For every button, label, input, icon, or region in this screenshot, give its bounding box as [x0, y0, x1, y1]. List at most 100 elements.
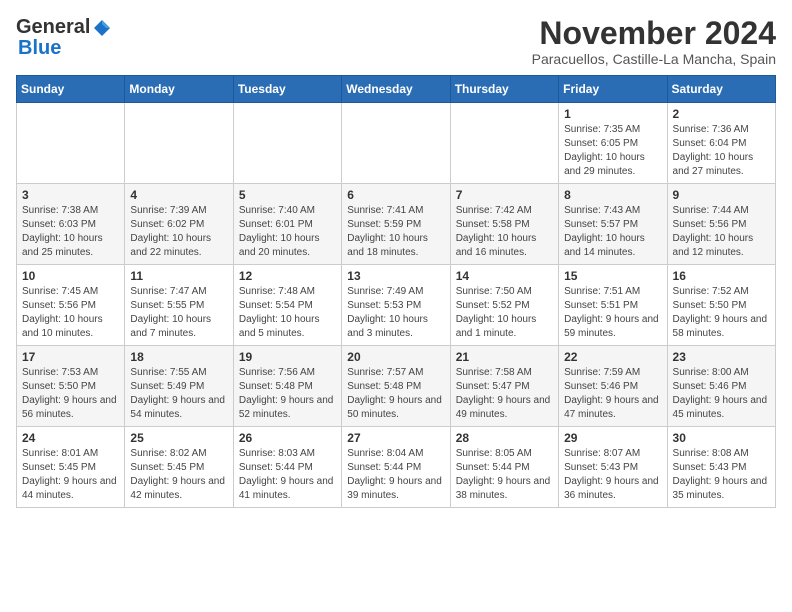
day-number: 13: [347, 269, 444, 283]
calendar-cell: 20Sunrise: 7:57 AM Sunset: 5:48 PM Dayli…: [342, 346, 450, 427]
calendar-cell: 12Sunrise: 7:48 AM Sunset: 5:54 PM Dayli…: [233, 265, 341, 346]
day-info: Sunrise: 7:43 AM Sunset: 5:57 PM Dayligh…: [564, 204, 661, 260]
day-info: Sunrise: 7:49 AM Sunset: 5:53 PM Dayligh…: [347, 285, 444, 341]
calendar-cell: 14 Sunrise: 7:50 AM Sunset: 5:52 PM Dayli…: [450, 265, 558, 346]
day-number: 25: [130, 431, 227, 445]
calendar-cell: [342, 103, 450, 184]
day-info: Sunrise: 7:50 AM Sunset: 5:52 PM Dayligh…: [456, 285, 553, 341]
calendar-cell: 17Sunrise: 7:53 AM Sunset: 5:50 PM Dayli…: [17, 346, 125, 427]
week-row-4: 24 Sunrise: 8:01 AM Sunset: 5:45 PM Dayli…: [17, 427, 776, 508]
calendar-cell: 15 Sunrise: 7:51 AM Sunset: 5:51 PM Dayli…: [559, 265, 667, 346]
day-number: 26: [239, 431, 336, 445]
calendar-body: 1 Sunrise: 7:35 AM Sunset: 6:05 PM Daylig…: [17, 103, 776, 508]
header-tuesday: Tuesday: [233, 76, 341, 103]
day-number: 29: [564, 431, 661, 445]
day-info: Sunrise: 8:02 AM Sunset: 5:45 PM Dayligh…: [130, 447, 227, 503]
calendar-cell: [17, 103, 125, 184]
day-info: Sunrise: 7:36 AM Sunset: 6:04 PM Dayligh…: [673, 123, 770, 179]
day-info: Sunrise: 7:45 AM Sunset: 5:56 PM Dayligh…: [22, 285, 119, 341]
month-title: November 2024: [532, 16, 776, 51]
day-number: 16: [673, 269, 770, 283]
header-thursday: Thursday: [450, 76, 558, 103]
day-info: Sunrise: 7:56 AM Sunset: 5:48 PM Dayligh…: [239, 366, 336, 422]
day-number: 7: [456, 188, 553, 202]
day-number: 12: [239, 269, 336, 283]
day-number: 4: [130, 188, 227, 202]
day-number: 23: [673, 350, 770, 364]
header-saturday: Saturday: [667, 76, 775, 103]
calendar-cell: 4 Sunrise: 7:39 AM Sunset: 6:02 PM Daylig…: [125, 184, 233, 265]
calendar-cell: 26Sunrise: 8:03 AM Sunset: 5:44 PM Dayli…: [233, 427, 341, 508]
day-info: Sunrise: 7:58 AM Sunset: 5:47 PM Dayligh…: [456, 366, 553, 422]
header-friday: Friday: [559, 76, 667, 103]
day-number: 28: [456, 431, 553, 445]
day-info: Sunrise: 8:05 AM Sunset: 5:44 PM Dayligh…: [456, 447, 553, 503]
day-number: 20: [347, 350, 444, 364]
calendar-cell: 10Sunrise: 7:45 AM Sunset: 5:56 PM Dayli…: [17, 265, 125, 346]
day-number: 19: [239, 350, 336, 364]
calendar-cell: 22 Sunrise: 7:59 AM Sunset: 5:46 PM Dayli…: [559, 346, 667, 427]
logo-general: General: [16, 16, 90, 39]
calendar-cell: 13 Sunrise: 7:49 AM Sunset: 5:53 PM Dayli…: [342, 265, 450, 346]
header-monday: Monday: [125, 76, 233, 103]
calendar-cell: 6 Sunrise: 7:41 AM Sunset: 5:59 PM Daylig…: [342, 184, 450, 265]
week-row-0: 1 Sunrise: 7:35 AM Sunset: 6:05 PM Daylig…: [17, 103, 776, 184]
calendar-cell: 18Sunrise: 7:55 AM Sunset: 5:49 PM Dayli…: [125, 346, 233, 427]
calendar-cell: 27 Sunrise: 8:04 AM Sunset: 5:44 PM Dayli…: [342, 427, 450, 508]
day-info: Sunrise: 8:04 AM Sunset: 5:44 PM Dayligh…: [347, 447, 444, 503]
calendar-cell: 7Sunrise: 7:42 AM Sunset: 5:58 PM Daylig…: [450, 184, 558, 265]
day-info: Sunrise: 7:35 AM Sunset: 6:05 PM Dayligh…: [564, 123, 661, 179]
calendar-cell: 25 Sunrise: 8:02 AM Sunset: 5:45 PM Dayli…: [125, 427, 233, 508]
day-info: Sunrise: 7:40 AM Sunset: 6:01 PM Dayligh…: [239, 204, 336, 260]
calendar-cell: [450, 103, 558, 184]
day-number: 27: [347, 431, 444, 445]
day-info: Sunrise: 7:59 AM Sunset: 5:46 PM Dayligh…: [564, 366, 661, 422]
day-info: Sunrise: 7:51 AM Sunset: 5:51 PM Dayligh…: [564, 285, 661, 341]
calendar-cell: 23Sunrise: 8:00 AM Sunset: 5:46 PM Dayli…: [667, 346, 775, 427]
day-number: 18: [130, 350, 227, 364]
day-info: Sunrise: 8:07 AM Sunset: 5:43 PM Dayligh…: [564, 447, 661, 503]
day-number: 5: [239, 188, 336, 202]
header-wednesday: Wednesday: [342, 76, 450, 103]
day-info: Sunrise: 7:41 AM Sunset: 5:59 PM Dayligh…: [347, 204, 444, 260]
calendar-cell: 29 Sunrise: 8:07 AM Sunset: 5:43 PM Dayli…: [559, 427, 667, 508]
day-number: 2: [673, 107, 770, 121]
day-info: Sunrise: 7:47 AM Sunset: 5:55 PM Dayligh…: [130, 285, 227, 341]
day-info: Sunrise: 8:01 AM Sunset: 5:45 PM Dayligh…: [22, 447, 119, 503]
day-number: 1: [564, 107, 661, 121]
header-sunday: Sunday: [17, 76, 125, 103]
calendar-header: SundayMondayTuesdayWednesdayThursdayFrid…: [17, 76, 776, 103]
calendar-cell: 2 Sunrise: 7:36 AM Sunset: 6:04 PM Daylig…: [667, 103, 775, 184]
day-number: 8: [564, 188, 661, 202]
calendar-cell: [233, 103, 341, 184]
week-row-2: 10Sunrise: 7:45 AM Sunset: 5:56 PM Dayli…: [17, 265, 776, 346]
logo: General Blue: [16, 16, 112, 60]
calendar-cell: 5 Sunrise: 7:40 AM Sunset: 6:01 PM Daylig…: [233, 184, 341, 265]
day-info: Sunrise: 7:44 AM Sunset: 5:56 PM Dayligh…: [673, 204, 770, 260]
day-number: 11: [130, 269, 227, 283]
week-row-3: 17Sunrise: 7:53 AM Sunset: 5:50 PM Dayli…: [17, 346, 776, 427]
calendar-cell: 30Sunrise: 8:08 AM Sunset: 5:43 PM Dayli…: [667, 427, 775, 508]
calendar-cell: 1 Sunrise: 7:35 AM Sunset: 6:05 PM Daylig…: [559, 103, 667, 184]
day-info: Sunrise: 7:53 AM Sunset: 5:50 PM Dayligh…: [22, 366, 119, 422]
calendar-cell: 3 Sunrise: 7:38 AM Sunset: 6:03 PM Daylig…: [17, 184, 125, 265]
calendar: SundayMondayTuesdayWednesdayThursdayFrid…: [16, 75, 776, 508]
page-header: General Blue November 2024 Paracuellos, …: [16, 16, 776, 67]
day-number: 30: [673, 431, 770, 445]
day-number: 14: [456, 269, 553, 283]
day-number: 15: [564, 269, 661, 283]
day-info: Sunrise: 7:52 AM Sunset: 5:50 PM Dayligh…: [673, 285, 770, 341]
calendar-cell: 24 Sunrise: 8:01 AM Sunset: 5:45 PM Dayli…: [17, 427, 125, 508]
day-number: 24: [22, 431, 119, 445]
day-number: 22: [564, 350, 661, 364]
day-number: 6: [347, 188, 444, 202]
week-row-1: 3 Sunrise: 7:38 AM Sunset: 6:03 PM Daylig…: [17, 184, 776, 265]
day-number: 3: [22, 188, 119, 202]
day-info: Sunrise: 7:39 AM Sunset: 6:02 PM Dayligh…: [130, 204, 227, 260]
logo-blue-text: Blue: [18, 37, 61, 59]
calendar-cell: 9Sunrise: 7:44 AM Sunset: 5:56 PM Daylig…: [667, 184, 775, 265]
day-number: 21: [456, 350, 553, 364]
day-info: Sunrise: 7:38 AM Sunset: 6:03 PM Dayligh…: [22, 204, 119, 260]
logo-icon: [92, 18, 112, 38]
calendar-cell: 28 Sunrise: 8:05 AM Sunset: 5:44 PM Dayli…: [450, 427, 558, 508]
